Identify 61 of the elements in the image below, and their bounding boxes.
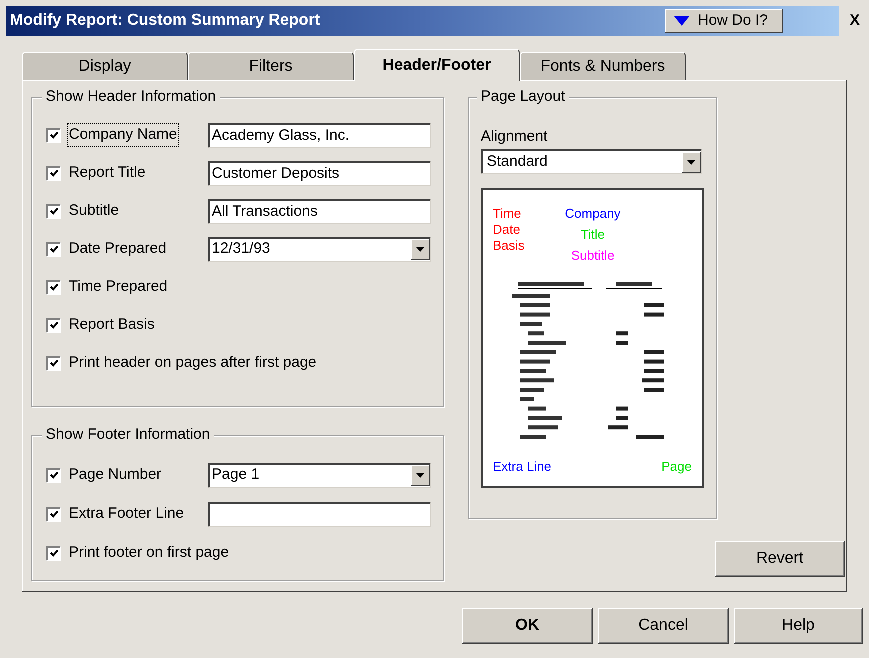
checkmark-icon [50, 207, 58, 216]
preview-header-text: Title [580, 227, 606, 243]
tab[interactable]: Display [22, 52, 188, 80]
checkbox-label: Date Prepared [68, 238, 168, 259]
checkmark-icon [50, 359, 58, 368]
alignment-label: Alignment [481, 128, 549, 146]
caret-icon [674, 16, 690, 26]
dropdown[interactable]: 12/31/93 [208, 236, 431, 262]
text-field[interactable] [208, 502, 431, 526]
checkbox[interactable] [46, 166, 61, 180]
dialog-button[interactable]: Revert [715, 541, 845, 577]
dropdown-value: 12/31/93 [211, 239, 272, 260]
dialog-button[interactable]: OK [462, 608, 593, 644]
dialog-button[interactable]: Help [734, 608, 863, 644]
preview-header-text: Basis [493, 238, 526, 254]
checkmark-icon [50, 549, 58, 558]
checkbox-label: Report Basis [68, 314, 156, 335]
checkbox[interactable] [46, 318, 61, 332]
checkbox-label: Print footer on first page [68, 542, 230, 563]
checkmark-icon [50, 471, 58, 480]
dialog-button[interactable]: Cancel [598, 608, 729, 644]
text-field[interactable]: Academy Glass, Inc. [208, 122, 431, 148]
checkbox[interactable] [46, 280, 61, 294]
text-field[interactable]: All Transactions [208, 198, 431, 224]
checkbox-label: Time Prepared [68, 276, 169, 297]
checkbox[interactable] [46, 128, 61, 142]
checkbox[interactable] [46, 204, 61, 218]
preview-footer-text: Page [662, 458, 692, 476]
preview-header-text: Subtitle [571, 248, 615, 264]
tab[interactable]: Fonts & Numbers [520, 52, 686, 80]
checkbox-label: Report Title [68, 162, 147, 183]
window-title: Modify Report: Custom Summary Report [10, 11, 322, 31]
checkbox[interactable] [46, 546, 61, 560]
preview-header-text: Company [565, 206, 621, 222]
checkbox-label: Extra Footer Line [68, 504, 186, 524]
checkbox-label: Company Name [68, 124, 178, 146]
checkmark-icon [50, 321, 58, 330]
checkbox-label: Subtitle [68, 200, 120, 221]
checkmark-icon [50, 131, 58, 140]
checkmark-icon [50, 169, 58, 178]
checkbox-label: Print header on pages after first page [68, 352, 318, 373]
checkbox-label: Page Number [68, 464, 163, 485]
alignment-dropdown[interactable]: Standard [481, 149, 702, 174]
dropdown-value: Standard [486, 152, 549, 172]
help-menu-button[interactable]: How Do I? [665, 9, 783, 33]
text-field[interactable]: Customer Deposits [208, 160, 431, 186]
tab[interactable]: Filters [188, 52, 354, 80]
close-button[interactable]: X [845, 10, 865, 32]
tab[interactable]: Header/Footer [354, 49, 520, 81]
preview-footer-text: Extra Line [493, 458, 552, 476]
dropdown-value: Page 1 [211, 465, 261, 486]
preview-header-text: Time [493, 206, 522, 222]
checkbox[interactable] [46, 468, 61, 482]
preview-header-text: Date [493, 222, 522, 238]
dropdown[interactable]: Page 1 [208, 462, 431, 488]
checkbox[interactable] [46, 242, 61, 256]
checkmark-icon [50, 283, 58, 292]
checkmark-icon [50, 245, 58, 254]
checkbox[interactable] [46, 356, 61, 370]
checkmark-icon [50, 510, 58, 519]
checkbox[interactable] [46, 506, 61, 522]
